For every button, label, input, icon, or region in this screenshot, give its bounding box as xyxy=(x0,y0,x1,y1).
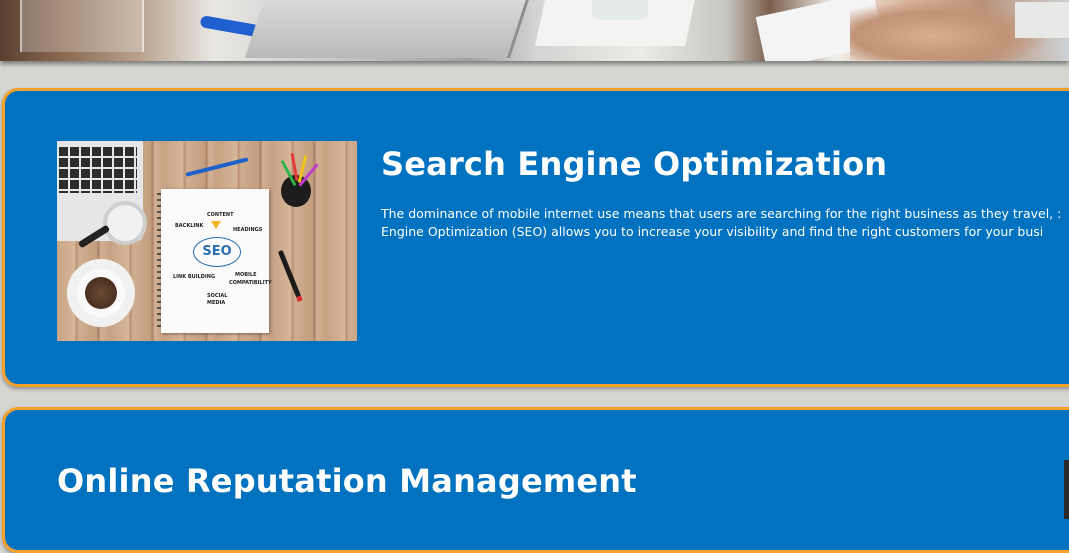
label-link-building: LINK BUILDING xyxy=(173,274,216,280)
laptop-shape xyxy=(244,0,531,58)
blue-pen-shape xyxy=(185,157,249,177)
label-backlink: BACKLINK xyxy=(175,223,204,229)
label-social: SOCIAL xyxy=(207,293,228,299)
service-description-line: The dominance of mobile internet use mea… xyxy=(381,206,1062,221)
service-card-reputation: Online Reputation Management xyxy=(2,407,1069,553)
label-media: MEDIA xyxy=(207,300,226,306)
label-mobile: MOBILE xyxy=(235,272,257,278)
document-shape xyxy=(1015,2,1069,38)
marker-shape xyxy=(277,249,302,299)
label-headings: HEADINGS xyxy=(233,227,263,233)
service-description-line: Engine Optimization (SEO) allows you to … xyxy=(381,224,1044,239)
cup-shape xyxy=(592,0,648,20)
seo-cloud: SEO xyxy=(193,237,241,267)
service-title: Online Reputation Management xyxy=(57,462,637,500)
service-description: The dominance of mobile internet use mea… xyxy=(381,205,1069,241)
label-compatibility: COMPATIBILITY xyxy=(229,280,272,286)
glass-shape xyxy=(20,0,144,52)
service-title: Search Engine Optimization xyxy=(381,145,888,183)
service-card-seo: CONTENT BACKLINK HEADINGS SEO LINK BUILD… xyxy=(2,88,1069,387)
label-content: CONTENT xyxy=(207,212,234,218)
magnifier-icon xyxy=(103,201,147,245)
image-edge xyxy=(1064,460,1069,519)
hero-banner-image xyxy=(0,0,1069,61)
seo-illustration-image: CONTENT BACKLINK HEADINGS SEO LINK BUILD… xyxy=(57,141,357,341)
